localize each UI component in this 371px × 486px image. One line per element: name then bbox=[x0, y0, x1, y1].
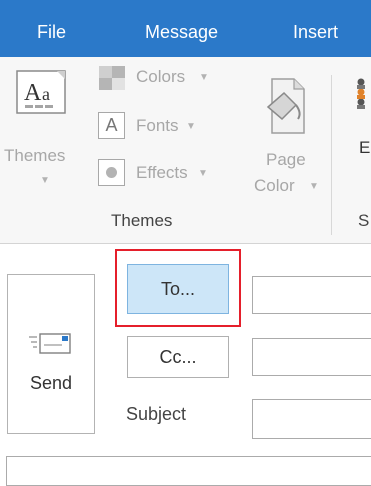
page-color-label-line1: Page bbox=[266, 150, 306, 169]
themes-dropdown-icon: ▼ bbox=[40, 175, 50, 186]
themes-group-label: Themes bbox=[111, 211, 173, 230]
people-icon bbox=[357, 78, 365, 109]
fonts-button[interactable]: A Fonts ▼ bbox=[98, 112, 210, 142]
send-button-label: Send bbox=[29, 373, 73, 393]
page-color-label-line2: Color bbox=[254, 176, 295, 195]
page-color-bucket-icon bbox=[266, 78, 305, 134]
next-group-button-fragment: E bbox=[359, 138, 371, 157]
svg-text:A: A bbox=[24, 80, 42, 106]
to-field[interactable] bbox=[252, 276, 371, 314]
tab-insert[interactable]: Insert bbox=[293, 20, 338, 44]
cc-button[interactable]: Cc... bbox=[127, 336, 229, 378]
ribbon-tab-bar: File Message Insert bbox=[0, 0, 371, 57]
cc-field[interactable] bbox=[252, 338, 371, 376]
effects-circle-icon bbox=[98, 159, 125, 186]
send-envelope-icon bbox=[29, 333, 71, 354]
subject-label: Subject bbox=[126, 404, 187, 424]
subject-field[interactable] bbox=[252, 399, 371, 439]
page-color-button[interactable]: Page Color ▼ bbox=[252, 71, 324, 201]
colors-button[interactable]: Colors ▼ bbox=[98, 63, 210, 93]
effects-button[interactable]: Effects ▼ bbox=[98, 159, 210, 189]
to-button[interactable]: To... bbox=[127, 264, 229, 314]
fonts-dropdown-icon: ▼ bbox=[186, 121, 196, 132]
page-color-dropdown-icon: ▼ bbox=[309, 181, 319, 192]
tab-message[interactable]: Message bbox=[145, 20, 218, 44]
colors-label: Colors bbox=[136, 67, 186, 86]
tab-file[interactable]: File bbox=[37, 20, 66, 44]
themes-aa-icon: A a bbox=[16, 70, 66, 114]
colors-swatch-icon bbox=[99, 66, 125, 90]
themes-button-label: Themes bbox=[4, 146, 66, 165]
colors-dropdown-icon: ▼ bbox=[199, 72, 209, 83]
svg-text:a: a bbox=[42, 84, 50, 104]
fonts-label: Fonts bbox=[136, 116, 179, 135]
effects-dropdown-icon: ▼ bbox=[198, 168, 208, 179]
ribbon-group-separator bbox=[331, 75, 332, 235]
send-button[interactable]: Send bbox=[7, 274, 95, 434]
effects-label: Effects bbox=[136, 163, 188, 182]
compose-header: Send To... Cc... Subject bbox=[0, 244, 371, 486]
message-body[interactable] bbox=[6, 456, 371, 486]
themes-button[interactable]: A a Themes ▼ bbox=[0, 65, 92, 195]
next-group-label-fragment: S bbox=[358, 211, 370, 230]
ribbon-panel: A a Themes ▼ Colors ▼ A Fonts ▼ Effects … bbox=[0, 57, 371, 244]
fonts-a-icon: A bbox=[98, 112, 125, 139]
